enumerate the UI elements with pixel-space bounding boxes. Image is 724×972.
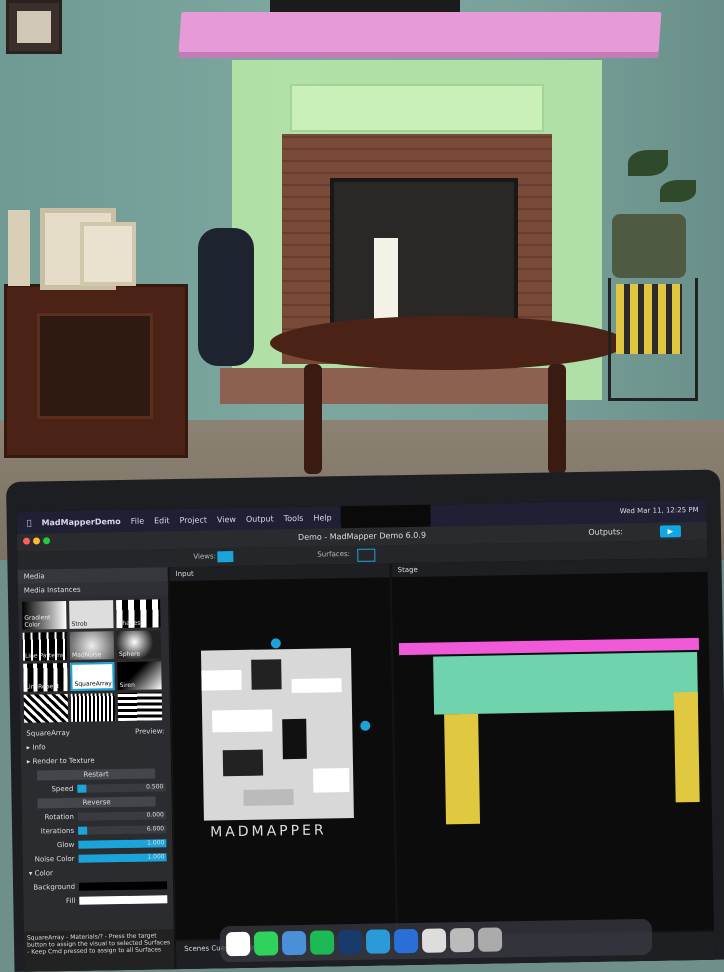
fill-row[interactable]: Fill [23,892,173,909]
menu-tools[interactable]: Tools [284,513,304,522]
menu-file[interactable]: File [131,516,145,525]
firebox-glass [330,178,518,336]
table-leg [304,364,322,474]
stage-mantel-surface [398,637,700,656]
plant-leaf [660,180,696,202]
coffee-table [270,316,626,370]
media-thumb[interactable]: Line Patterns [22,631,68,661]
media-thumb[interactable]: Shapes [116,599,161,629]
laptop-screen:  MadMapperDemo File Edit Project View O… [16,499,715,972]
preview-label: Preview: [135,727,165,736]
render-row[interactable]: ▸ Render to Texture [21,752,171,769]
view-mode-button[interactable] [217,551,234,563]
window-title: Demo - MadMapper Demo 6.0.9 [297,530,427,542]
dark-cushion [198,228,254,366]
wall-picture-frame [6,0,62,54]
dock [219,918,653,963]
projected-mantel [178,12,662,52]
surface-mode-button[interactable] [357,548,376,562]
spotify-icon[interactable] [309,930,335,955]
stage-panel-surface [433,651,699,715]
stage-panel[interactable]: Stage [391,557,714,936]
reverse-button[interactable]: Reverse [37,796,156,809]
trash-icon[interactable] [477,927,503,952]
input-canvas[interactable] [170,577,396,939]
madmapper-logo: MADMAPPER [210,822,327,841]
photo-frame [8,210,30,286]
media-thumb[interactable]: Sphere [116,630,162,660]
folder-icon[interactable] [393,928,419,954]
views-label: Views: [193,552,217,561]
restart-button[interactable]: Restart [37,768,156,781]
menu-app[interactable]: MadMapperDemo [41,517,120,527]
media-thumb[interactable] [23,693,69,723]
outputs-button[interactable]: ▶ [659,525,682,538]
projected-pattern-board [616,284,682,354]
document-icon[interactable] [421,928,447,953]
param-speed[interactable]: Speed 0.500 [21,780,171,797]
outputs-label: Outputs: [588,527,624,537]
stage-canvas[interactable] [392,572,714,935]
stage-right-pillar [673,691,700,803]
handle-icon [270,638,281,649]
table-leg [548,364,566,474]
surfaces-label: Surfaces: [317,550,351,559]
plant-pot [612,214,686,278]
media-thumb[interactable] [70,693,116,722]
steam-icon[interactable] [337,929,363,955]
media-thumb[interactable]: Strob [69,600,114,629]
media-thumb-selected[interactable]: SquareArray [70,662,115,691]
apple-icon[interactable]:  [27,518,32,527]
document-icon[interactable] [449,927,475,953]
close-icon[interactable] [22,537,31,545]
media-thumb[interactable]: MadNoise [69,631,115,660]
hint-text: SquareArray - Materials/? - Press the ta… [23,929,175,972]
input-panel[interactable]: Input MADMAPPER [169,563,396,940]
selected-media-name: SquareArray [26,728,70,738]
laptop:  MadMapperDemo File Edit Project View O… [6,469,724,972]
menu-edit[interactable]: Edit [154,516,170,525]
fireplace-panel [290,84,544,132]
madmapper-icon[interactable] [365,929,391,954]
minimize-icon[interactable] [32,537,41,545]
zoom-icon[interactable] [42,537,51,545]
square-array-pattern [200,648,354,821]
menu-view[interactable]: View [217,514,236,523]
handle-icon [360,720,371,731]
whatsapp-icon[interactable] [253,931,279,956]
photo-frame [80,222,136,286]
menu-output[interactable]: Output [246,514,274,523]
menu-help[interactable]: Help [313,513,331,522]
clock: Wed Mar 11, 12:25 PM [619,505,699,516]
wooden-cabinet [4,284,188,458]
dock-app-icon[interactable] [281,930,307,956]
media-thumb[interactable] [117,692,163,722]
plant-leaf [628,150,668,176]
menu-project[interactable]: Project [179,515,207,524]
media-thumb[interactable]: Siren [117,661,162,691]
media-thumb[interactable]: LineRepeat [23,662,68,692]
media-grid: Gradient Color Strob Shapes Line Pattern… [18,595,170,727]
stage-left-pillar [444,713,481,825]
dock-app-icon[interactable] [225,931,251,957]
hearth [220,368,560,404]
media-panel: Media Media Instances Gradient Color Str… [17,567,176,972]
media-thumb[interactable]: Gradient Color [22,600,67,630]
